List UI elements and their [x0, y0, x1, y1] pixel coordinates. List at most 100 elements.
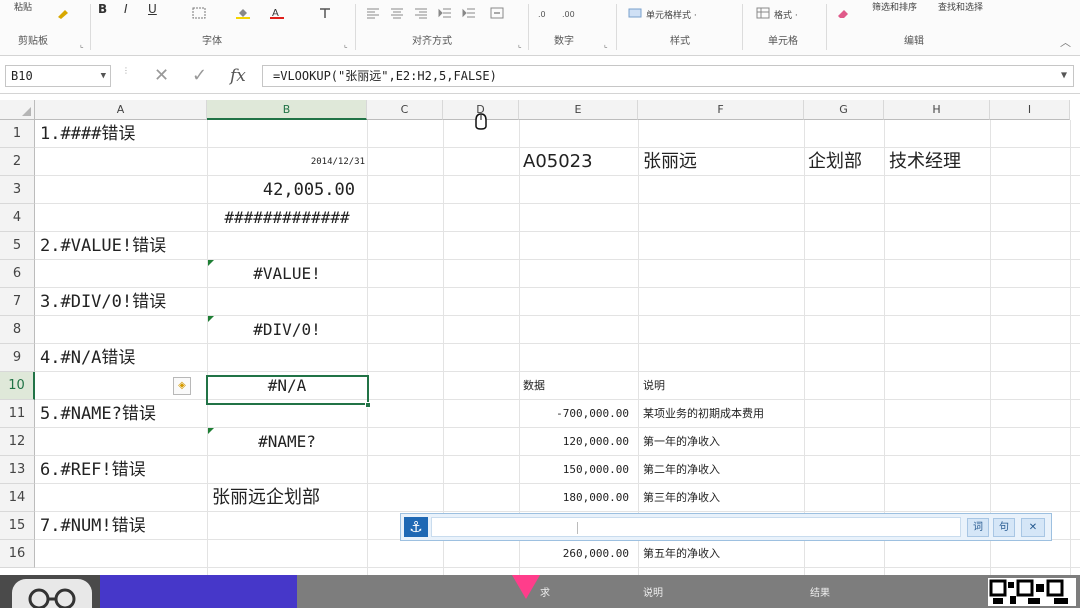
- cell-b12[interactable]: #NAME?: [207, 428, 367, 456]
- col-header-h[interactable]: H: [884, 100, 990, 120]
- fill-handle[interactable]: [365, 402, 371, 408]
- align-center-icon[interactable]: [390, 4, 404, 19]
- cell-a11[interactable]: 5.#NAME?错误: [40, 400, 156, 428]
- fill-color-icon[interactable]: [236, 4, 250, 19]
- cell-e16[interactable]: 260,000.00: [519, 540, 629, 568]
- cell-a15[interactable]: 7.#NUM!错误: [40, 512, 146, 540]
- row-header[interactable]: 10: [0, 372, 35, 400]
- cell-e14[interactable]: 180,000.00: [519, 484, 629, 512]
- cell-g2[interactable]: 企划部: [808, 148, 862, 176]
- bold-button[interactable]: B: [98, 2, 107, 16]
- cell-a5[interactable]: 2.#VALUE!错误: [40, 232, 166, 260]
- anchor-icon[interactable]: ⚓: [404, 517, 428, 537]
- cell-e10[interactable]: 数据: [523, 372, 545, 400]
- cell-e11[interactable]: -700,000.00: [519, 400, 629, 428]
- cell-e13[interactable]: 150,000.00: [519, 456, 629, 484]
- row-header[interactable]: 4: [0, 204, 35, 232]
- row-header[interactable]: 12: [0, 428, 35, 456]
- cell-f14[interactable]: 第三年的净收入: [643, 484, 720, 512]
- cell-a13[interactable]: 6.#REF!错误: [40, 456, 146, 484]
- row-header[interactable]: 16: [0, 540, 35, 568]
- row-header[interactable]: 5: [0, 232, 35, 260]
- row-header[interactable]: 3: [0, 176, 35, 204]
- drag-handle-icon[interactable]: ⋮: [122, 66, 130, 75]
- italic-button[interactable]: I: [124, 2, 128, 16]
- format-painter-icon[interactable]: [56, 4, 70, 19]
- phonetic-icon[interactable]: [318, 4, 332, 18]
- row-header[interactable]: 9: [0, 344, 35, 372]
- cell-f12[interactable]: 第一年的净收入: [643, 428, 720, 456]
- input-separator: [577, 522, 578, 534]
- cell-e2[interactable]: A05023: [523, 148, 593, 176]
- cancel-icon[interactable]: ✕: [154, 65, 169, 86]
- cell-f11[interactable]: 某项业务的初期成本费用: [643, 400, 764, 428]
- format-icon[interactable]: [756, 4, 770, 19]
- formula-input[interactable]: =VLOOKUP("张丽远",E2:H2,5,FALSE) ▼: [262, 65, 1074, 87]
- row-header[interactable]: 2: [0, 148, 35, 176]
- indent-increase-icon[interactable]: [462, 4, 476, 18]
- cell-b3[interactable]: 42,005.00: [207, 176, 355, 204]
- cell-h2[interactable]: 技术经理: [889, 148, 961, 176]
- word-button[interactable]: 词: [967, 518, 989, 537]
- col-header-b[interactable]: B: [207, 100, 367, 120]
- decimal-icon[interactable]: .0: [538, 4, 552, 19]
- underline-button[interactable]: U: [148, 2, 157, 16]
- enter-icon[interactable]: ✓: [192, 65, 207, 86]
- cell-f2[interactable]: 张丽远: [643, 148, 697, 176]
- close-icon[interactable]: ✕: [1021, 518, 1045, 537]
- col-header-a[interactable]: A: [35, 100, 207, 120]
- select-all-corner[interactable]: [0, 100, 35, 120]
- row-header[interactable]: 14: [0, 484, 35, 512]
- row-header[interactable]: 6: [0, 260, 35, 288]
- cell-b14[interactable]: 张丽远企划部: [212, 484, 320, 512]
- col-header-c[interactable]: C: [367, 100, 443, 120]
- cell-styles-button[interactable]: 单元格样式 ·: [646, 8, 697, 21]
- cell-style-icon[interactable]: [628, 4, 642, 18]
- error-smart-tag-icon[interactable]: ◈: [173, 377, 191, 395]
- align-left-icon[interactable]: [366, 4, 380, 19]
- cell-f10[interactable]: 说明: [643, 372, 665, 400]
- clipboard-launcher-icon[interactable]: ⌞: [80, 40, 84, 49]
- cell-b6[interactable]: #VALUE!: [207, 260, 367, 288]
- font-launcher-icon[interactable]: ⌞: [344, 40, 348, 49]
- find-input[interactable]: [431, 517, 961, 537]
- insert-function-icon[interactable]: fx: [230, 66, 246, 86]
- sort-filter-label[interactable]: 筛选和排序: [872, 0, 917, 13]
- expand-formula-icon[interactable]: ▼: [1061, 66, 1067, 86]
- cell-f16[interactable]: 第五年的净收入: [643, 540, 720, 568]
- cell-b8[interactable]: #DIV/0!: [207, 316, 367, 344]
- row-header[interactable]: 7: [0, 288, 35, 316]
- col-header-e[interactable]: E: [519, 100, 638, 120]
- align-right-icon[interactable]: [414, 4, 428, 19]
- col-header-i[interactable]: I: [990, 100, 1070, 120]
- row-header[interactable]: 8: [0, 316, 35, 344]
- col-header-g[interactable]: G: [804, 100, 884, 120]
- col-header-f[interactable]: F: [638, 100, 804, 120]
- row-header[interactable]: 15: [0, 512, 35, 540]
- cell-e12[interactable]: 120,000.00: [519, 428, 629, 456]
- font-color-icon[interactable]: A: [270, 4, 284, 19]
- merge-cells-icon[interactable]: [490, 4, 504, 19]
- row-header[interactable]: 1: [0, 120, 35, 148]
- cell-b2[interactable]: 2014/12/31: [207, 148, 365, 176]
- border-icon[interactable]: [192, 4, 206, 19]
- cell-a9[interactable]: 4.#N/A错误: [40, 344, 135, 372]
- alignment-launcher-icon[interactable]: ⌞: [518, 40, 522, 49]
- cell-b4[interactable]: #############: [207, 204, 367, 232]
- cell-a1[interactable]: 1.####错误: [40, 120, 135, 148]
- number-launcher-icon[interactable]: ⌞: [604, 40, 608, 49]
- paste-label[interactable]: 粘贴: [14, 0, 32, 13]
- format-button[interactable]: 格式 ·: [774, 8, 798, 21]
- row-header[interactable]: 11: [0, 400, 35, 428]
- name-box[interactable]: B10 ▼: [5, 65, 111, 87]
- cell-a7[interactable]: 3.#DIV/0!错误: [40, 288, 166, 316]
- chevron-down-icon[interactable]: ▼: [101, 66, 106, 86]
- find-select-label[interactable]: 查找和选择: [938, 0, 983, 13]
- collapse-ribbon-icon[interactable]: ︿: [1060, 34, 1071, 50]
- eraser-icon[interactable]: [836, 4, 850, 18]
- decimal-decrease-icon[interactable]: .00: [562, 4, 576, 19]
- sentence-button[interactable]: 句: [993, 518, 1015, 537]
- indent-decrease-icon[interactable]: [438, 4, 452, 18]
- cell-f13[interactable]: 第二年的净收入: [643, 456, 720, 484]
- row-header[interactable]: 13: [0, 456, 35, 484]
